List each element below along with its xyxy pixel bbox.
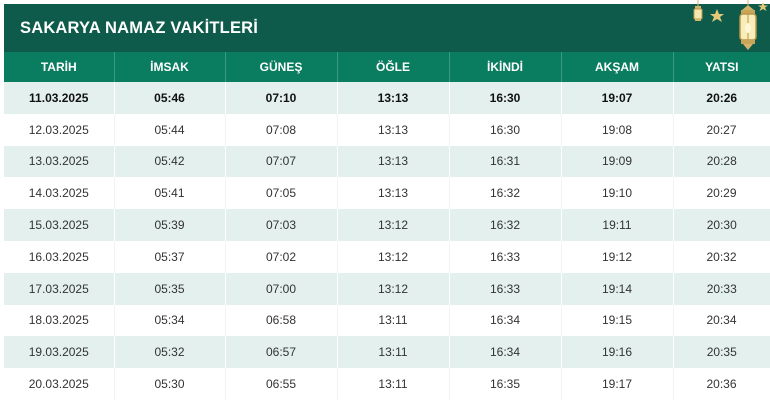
gunes-cell: 06:55	[225, 368, 338, 400]
table-row: 13.03.2025 05:42 07:07 13:13 16:31 19:09 20:28	[4, 145, 770, 178]
table-row: 14.03.2025 05:41 07:05 13:13 16:32 19:10 20:29	[4, 177, 770, 210]
ikindi-cell: 16:30	[449, 113, 562, 146]
gunes-cell: 07:10	[225, 82, 338, 114]
table-row: 11.03.2025 05:46 07:10 13:13 16:30 19:07 20:26	[4, 82, 770, 114]
table-row: 12.03.2025 05:44 07:08 13:13 16:30 19:08 20:27	[4, 113, 770, 146]
lantern-icon	[739, 5, 757, 50]
gunes-cell: 07:08	[225, 113, 338, 146]
table-row: 18.03.2025 05:34 06:58 13:11 16:34 19:15 20:34	[4, 304, 770, 337]
aksam-cell: 19:08	[561, 113, 674, 146]
imsak-cell: 05:34	[114, 304, 226, 337]
date-cell: 18.03.2025	[4, 304, 115, 337]
date-cell: 11.03.2025	[4, 82, 115, 114]
ogle-cell: 13:13	[337, 177, 450, 210]
yatsi-cell: 20:34	[673, 304, 770, 337]
aksam-cell: 19:14	[561, 272, 674, 305]
yatsi-cell: 20:36	[673, 368, 770, 400]
ogle-cell: 13:12	[337, 272, 450, 305]
yatsi-cell: 20:32	[673, 240, 770, 273]
imsak-cell: 05:35	[114, 272, 226, 305]
gunes-cell: 06:58	[225, 304, 338, 337]
aksam-cell: 19:11	[561, 209, 674, 241]
ogle-cell: 13:12	[337, 240, 450, 273]
date-cell: 12.03.2025	[4, 113, 115, 146]
yatsi-cell: 20:29	[673, 177, 770, 210]
imsak-cell: 05:41	[114, 177, 226, 210]
ogle-cell: 13:13	[337, 145, 450, 178]
aksam-cell: 19:09	[561, 145, 674, 178]
table-row: 16.03.2025 05:37 07:02 13:12 16:33 19:12 20:32	[4, 240, 770, 273]
column-header-imsak: İMSAK	[114, 52, 226, 82]
star-icon	[758, 2, 768, 11]
ikindi-cell: 16:30	[449, 82, 562, 114]
lantern-icon	[693, 6, 703, 21]
gunes-cell: 07:03	[225, 209, 338, 241]
prayer-times-table: TARİH İMSAK GÜNEŞ ÖĞLE İKİNDİ AKŞAM YATS…	[4, 52, 770, 400]
imsak-cell: 05:37	[114, 240, 226, 273]
yatsi-cell: 20:27	[673, 113, 770, 146]
imsak-cell: 05:44	[114, 113, 226, 146]
table-header-row: TARİH İMSAK GÜNEŞ ÖĞLE İKİNDİ AKŞAM YATS…	[4, 52, 770, 82]
table-row: 20.03.2025 05:30 06:55 13:11 16:35 19:17 20:36	[4, 368, 770, 400]
aksam-cell: 19:17	[561, 368, 674, 400]
column-header-gunes: GÜNEŞ	[225, 52, 338, 82]
gunes-cell: 07:07	[225, 145, 338, 178]
table-row: 15.03.2025 05:39 07:03 13:12 16:32 19:11 20:30	[4, 209, 770, 241]
table-row: 17.03.2025 05:35 07:00 13:12 16:33 19:14 20:33	[4, 272, 770, 305]
ikindi-cell: 16:32	[449, 177, 562, 210]
table-row: 19.03.2025 05:32 06:57 13:11 16:34 19:16 20:35	[4, 336, 770, 369]
date-cell: 20.03.2025	[4, 368, 115, 400]
imsak-cell: 05:42	[114, 145, 226, 178]
ogle-cell: 13:13	[337, 82, 450, 114]
ikindi-cell: 16:34	[449, 304, 562, 337]
ogle-cell: 13:13	[337, 113, 450, 146]
imsak-cell: 05:39	[114, 209, 226, 241]
date-cell: 15.03.2025	[4, 209, 115, 241]
ogle-cell: 13:11	[337, 304, 450, 337]
date-cell: 13.03.2025	[4, 145, 115, 178]
gunes-cell: 07:02	[225, 240, 338, 273]
ogle-cell: 13:11	[337, 368, 450, 400]
aksam-cell: 19:16	[561, 336, 674, 369]
lantern-decoration	[693, 0, 768, 50]
imsak-cell: 05:32	[114, 336, 226, 369]
ikindi-cell: 16:33	[449, 240, 562, 273]
date-cell: 19.03.2025	[4, 336, 115, 369]
date-cell: 16.03.2025	[4, 240, 115, 273]
column-header-aksam: AKŞAM	[561, 52, 674, 82]
ikindi-cell: 16:34	[449, 336, 562, 369]
yatsi-cell: 20:26	[673, 82, 770, 114]
page-title: SAKARYA NAMAZ VAKİTLERİ	[20, 18, 259, 37]
gunes-cell: 06:57	[225, 336, 338, 369]
imsak-cell: 05:30	[114, 368, 226, 400]
prayer-times-widget: SAKARYA NAMAZ VAKİTLERİ TARİH İMSAK GÜNE…	[0, 0, 770, 400]
yatsi-cell: 20:35	[673, 336, 770, 369]
gunes-cell: 07:00	[225, 272, 338, 305]
ikindi-cell: 16:31	[449, 145, 562, 178]
yatsi-cell: 20:30	[673, 209, 770, 241]
date-cell: 17.03.2025	[4, 272, 115, 305]
column-header-date: TARİH	[4, 52, 115, 82]
title-bar: SAKARYA NAMAZ VAKİTLERİ	[4, 4, 770, 52]
aksam-cell: 19:07	[561, 82, 674, 114]
column-header-ogle: ÖĞLE	[337, 52, 450, 82]
column-header-ikindi: İKİNDİ	[449, 52, 562, 82]
star-icon	[710, 9, 724, 22]
date-cell: 14.03.2025	[4, 177, 115, 210]
ikindi-cell: 16:35	[449, 368, 562, 400]
yatsi-cell: 20:28	[673, 145, 770, 178]
ogle-cell: 13:12	[337, 209, 450, 241]
aksam-cell: 19:15	[561, 304, 674, 337]
imsak-cell: 05:46	[114, 82, 226, 114]
ikindi-cell: 16:32	[449, 209, 562, 241]
yatsi-cell: 20:33	[673, 272, 770, 305]
ogle-cell: 13:11	[337, 336, 450, 369]
aksam-cell: 19:10	[561, 177, 674, 210]
aksam-cell: 19:12	[561, 240, 674, 273]
gunes-cell: 07:05	[225, 177, 338, 210]
ikindi-cell: 16:33	[449, 272, 562, 305]
column-header-yatsi: YATSI	[673, 52, 770, 82]
